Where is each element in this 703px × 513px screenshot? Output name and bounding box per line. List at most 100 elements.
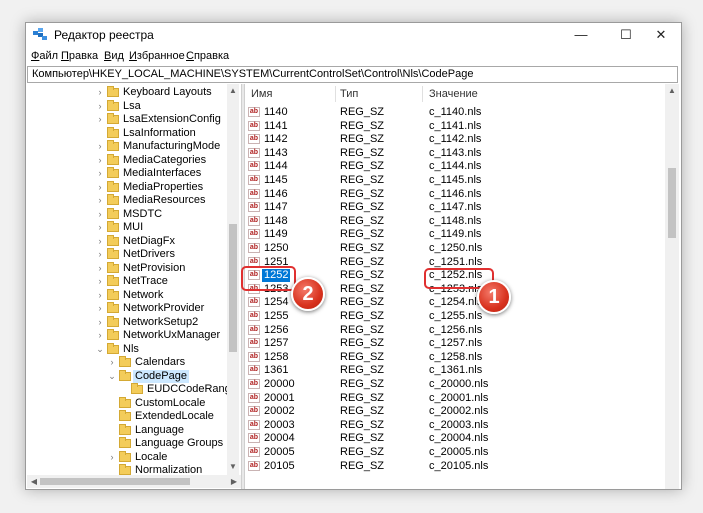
chevron-right-icon[interactable]: ›	[107, 356, 117, 369]
tree-item[interactable]: › MediaResources	[27, 194, 227, 207]
address-bar[interactable]: Компьютер\HKEY_LOCAL_MACHINE\SYSTEM\Curr…	[27, 66, 678, 83]
chevron-right-icon[interactable]: ›	[95, 248, 105, 261]
chevron-right-icon[interactable]: ›	[95, 154, 105, 167]
menu-edit[interactable]: Правка	[61, 50, 98, 62]
table-row[interactable]: ab 20000 REG_SZ c_20000.nls	[245, 378, 665, 391]
table-row[interactable]: ab 1147 REG_SZ c_1147.nls	[245, 201, 665, 214]
menu-file[interactable]: Файл	[31, 50, 58, 62]
chevron-right-icon[interactable]: ›	[95, 181, 105, 194]
chevron-right-icon[interactable]: ›	[95, 262, 105, 275]
table-row[interactable]: ab 1257 REG_SZ c_1257.nls	[245, 337, 665, 350]
tree-hscroll-thumb[interactable]	[40, 478, 190, 485]
menu-help[interactable]: Справка	[186, 50, 229, 62]
table-row[interactable]: ab 1141 REG_SZ c_1141.nls	[245, 120, 665, 133]
column-header-name[interactable]: Имя	[251, 84, 272, 104]
column-separator[interactable]	[335, 86, 336, 102]
tree-vertical-scrollbar[interactable]: ▲ ▼	[227, 84, 239, 475]
chevron-right-icon[interactable]: ›	[95, 194, 105, 207]
table-row[interactable]: ab 20005 REG_SZ c_20005.nls	[245, 446, 665, 459]
table-row[interactable]: ab 1143 REG_SZ c_1143.nls	[245, 147, 665, 160]
maximize-button[interactable]: ☐	[606, 23, 646, 47]
tree-item[interactable]: › NetworkSetup2	[27, 315, 227, 329]
table-row[interactable]: ab 1144 REG_SZ c_1144.nls	[245, 160, 665, 173]
scroll-up-arrow-icon[interactable]: ▲	[666, 86, 678, 95]
tree-item[interactable]: › MediaInterfaces	[27, 167, 227, 180]
tree-item[interactable]: › NetworkProvider	[27, 302, 227, 315]
tree-scroll-thumb[interactable]	[229, 224, 237, 352]
tree-item[interactable]: › Locale	[27, 450, 227, 464]
chevron-right-icon[interactable]: ›	[95, 235, 105, 248]
column-separator[interactable]	[422, 86, 423, 102]
tree-item[interactable]: LsaInformation	[27, 126, 227, 140]
tree-item[interactable]: ExtendedLocale	[27, 410, 227, 423]
chevron-right-icon[interactable]: ›	[95, 316, 105, 329]
chevron-right-icon[interactable]: ›	[95, 100, 105, 113]
chevron-down-icon[interactable]: ⌄	[107, 370, 117, 383]
chevron-right-icon[interactable]: ›	[95, 86, 105, 99]
table-row[interactable]: ab 1361 REG_SZ c_1361.nls	[245, 364, 665, 377]
table-row[interactable]: ab 1256 REG_SZ c_1256.nls	[245, 324, 665, 337]
minimize-button[interactable]: —	[561, 23, 601, 47]
tree-item[interactable]: › NetDrivers	[27, 248, 227, 261]
tree-item[interactable]: › MSDTC	[27, 207, 227, 221]
tree-item[interactable]: Normalization	[27, 464, 227, 475]
tree-item[interactable]: Language	[27, 423, 227, 437]
table-row[interactable]: ab 1146 REG_SZ c_1146.nls	[245, 188, 665, 201]
chevron-right-icon[interactable]: ›	[95, 113, 105, 126]
table-row[interactable]: ab 20001 REG_SZ c_20001.nls	[245, 392, 665, 405]
tree-item[interactable]: › Keyboard Layouts	[27, 86, 227, 99]
tree-item[interactable]: › Network	[27, 288, 227, 302]
tree-item[interactable]: › NetDiagFx	[27, 234, 227, 248]
chevron-right-icon[interactable]: ›	[95, 140, 105, 153]
table-row[interactable]: ab 1149 REG_SZ c_1149.nls	[245, 228, 665, 241]
scroll-down-arrow-icon[interactable]: ▼	[227, 462, 239, 471]
scroll-right-arrow-icon[interactable]: ▶	[228, 477, 240, 486]
title-bar[interactable]: Редактор реестра — ☐ ✕	[26, 23, 681, 47]
table-row[interactable]: ab 1142 REG_SZ c_1142.nls	[245, 133, 665, 146]
table-row[interactable]: ab 1251 REG_SZ c_1251.nls	[245, 256, 665, 269]
scroll-up-arrow-icon[interactable]: ▲	[227, 86, 239, 95]
chevron-right-icon[interactable]: ›	[95, 329, 105, 342]
tree-item[interactable]: EUDCCodeRange	[27, 383, 237, 396]
table-row[interactable]: ab 20105 REG_SZ c_20105.nls	[245, 460, 665, 473]
table-row[interactable]: ab 1145 REG_SZ c_1145.nls	[245, 174, 665, 187]
table-row[interactable]: ab 20003 REG_SZ c_20003.nls	[245, 419, 665, 432]
table-row[interactable]: ab 20002 REG_SZ c_20002.nls	[245, 405, 665, 418]
chevron-right-icon[interactable]: ›	[95, 289, 105, 302]
tree-item[interactable]: ⌄ Nls	[27, 342, 227, 356]
chevron-right-icon[interactable]: ›	[95, 167, 105, 180]
chevron-right-icon[interactable]: ›	[95, 275, 105, 288]
chevron-right-icon[interactable]: ›	[95, 208, 105, 221]
tree-item[interactable]: CustomLocale	[27, 396, 227, 410]
column-header-value[interactable]: Значение	[429, 84, 478, 104]
tree-item[interactable]: ⌄ CodePage	[27, 369, 227, 383]
tree-item[interactable]: › LsaExtensionConfig	[27, 113, 227, 126]
menu-view[interactable]: Вид	[104, 50, 124, 62]
tree-item[interactable]: › NetProvision	[27, 261, 227, 275]
tree-horizontal-scrollbar[interactable]: ◀ ▶	[27, 475, 241, 488]
registry-key-tree[interactable]: › Keyboard Layouts › Lsa › LsaExtensionConfig…	[27, 84, 241, 475]
column-header-type[interactable]: Тип	[340, 84, 358, 104]
table-row[interactable]: ab 1250 REG_SZ c_1250.nls	[245, 242, 665, 255]
chevron-down-icon[interactable]: ⌄	[95, 343, 105, 356]
tree-item[interactable]: › NetworkUxManager	[27, 329, 227, 342]
tree-item[interactable]: › MediaCategories	[27, 153, 227, 167]
chevron-right-icon[interactable]: ›	[95, 302, 105, 315]
chevron-right-icon[interactable]: ›	[95, 221, 105, 234]
tree-item[interactable]: › Calendars	[27, 356, 227, 369]
menu-favorites[interactable]: Избранное	[129, 50, 185, 62]
table-row[interactable]: ab 1140 REG_SZ c_1140.nls	[245, 106, 665, 119]
close-button[interactable]: ✕	[641, 23, 681, 47]
tree-item[interactable]: › ManufacturingMode	[27, 140, 227, 153]
list-scroll-thumb[interactable]	[668, 168, 676, 238]
scroll-left-arrow-icon[interactable]: ◀	[28, 477, 40, 486]
tree-item[interactable]: › MediaProperties	[27, 180, 227, 194]
tree-item[interactable]: › Lsa	[27, 99, 227, 113]
table-row[interactable]: ab 20004 REG_SZ c_20004.nls	[245, 432, 665, 445]
tree-item[interactable]: › MUI	[27, 221, 227, 234]
table-row[interactable]: ab 1148 REG_SZ c_1148.nls	[245, 215, 665, 228]
chevron-right-icon[interactable]: ›	[107, 451, 117, 464]
table-row[interactable]: ab 1255 REG_SZ c_1255.nls	[245, 310, 665, 323]
tree-item[interactable]: › NetTrace	[27, 275, 227, 288]
table-row[interactable]: ab 1258 REG_SZ c_1258.nls	[245, 351, 665, 364]
